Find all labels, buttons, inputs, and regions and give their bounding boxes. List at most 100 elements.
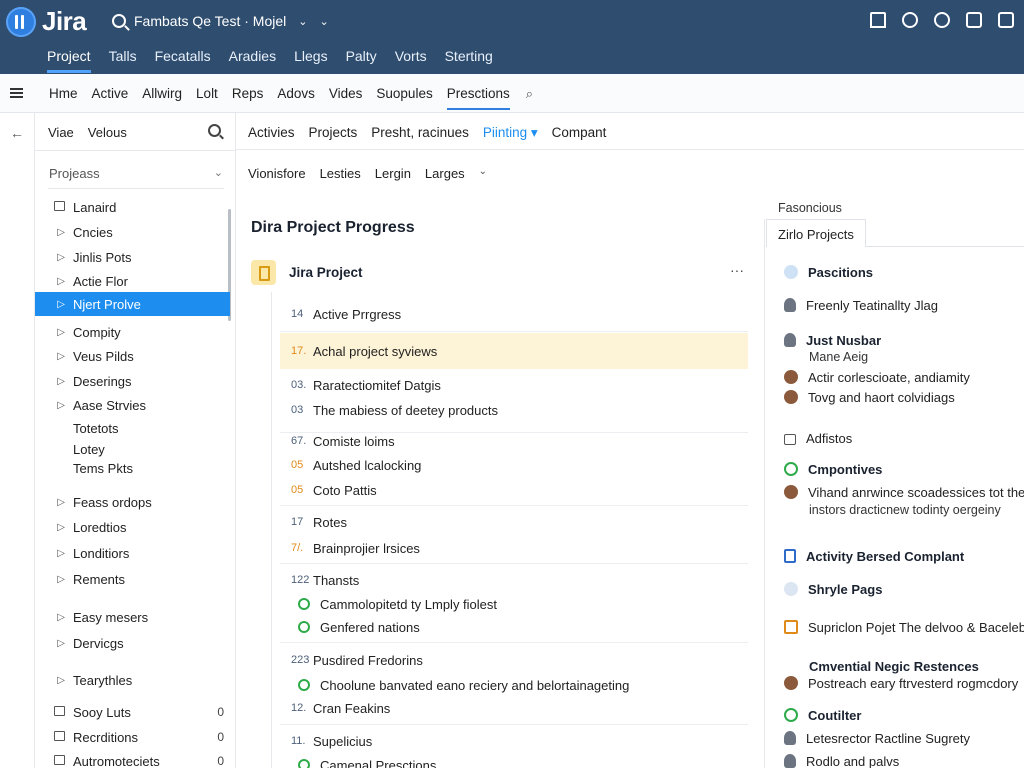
secondary-nav-item[interactable]: Presctions	[446, 86, 510, 110]
right-panel-item[interactable]: Activity Bersed Complant	[784, 549, 964, 564]
task-row[interactable]: 11. Supelicius	[280, 729, 748, 753]
task-row[interactable]: 05 Coto Pattis	[280, 478, 748, 502]
home-icon[interactable]	[870, 12, 886, 28]
notification-icon[interactable]: ⌕	[526, 86, 533, 110]
sidebar-item[interactable]: ▷ Deserings	[35, 369, 230, 393]
top-nav-item[interactable]: Vorts	[395, 48, 427, 73]
right-panel-item[interactable]: Vihand anrwince scoadessices tot the	[784, 485, 1024, 500]
right-panel-item[interactable]: Pascitions	[784, 265, 873, 280]
right-panel-item[interactable]: Rodlo and palvs	[784, 754, 899, 768]
content-tab[interactable]: Piinting ▾	[483, 125, 538, 141]
task-row[interactable]: Genfered nations	[280, 615, 748, 639]
chevron-down-icon[interactable]: ⌄	[214, 166, 223, 179]
sidebar-item[interactable]: Recrditions 0	[35, 725, 230, 749]
sidebar-item[interactable]: ▷ Actie Flor	[35, 269, 230, 293]
sidebar-item[interactable]: Lanaird	[35, 195, 230, 219]
sidebar-item[interactable]: ▷ Tearythles	[35, 668, 230, 692]
jira-logo[interactable]: Jira	[6, 6, 87, 37]
task-row[interactable]: Choolune banvated eano reciery and belor…	[280, 673, 748, 697]
right-panel-item[interactable]: Just Nusbar	[784, 333, 881, 348]
filter-item[interactable]: Lergin	[375, 166, 411, 181]
top-nav-item[interactable]: Palty	[346, 48, 377, 73]
sidebar-item[interactable]: Autromoteciets 0	[35, 749, 230, 768]
right-panel-item[interactable]: Actir corlescioate, andiamity	[784, 370, 970, 385]
task-row[interactable]: 223 Pusdired Fredorins	[280, 648, 748, 672]
secondary-nav-item[interactable]: Reps	[232, 86, 264, 110]
sidebar-item[interactable]: ▷ Cncies	[35, 220, 230, 244]
help-icon[interactable]	[998, 12, 1014, 28]
project-title[interactable]: Jira Project	[289, 265, 363, 280]
secondary-nav-item[interactable]: Hme	[49, 86, 78, 110]
content-tab[interactable]: Compant	[552, 125, 607, 141]
sidebar-item[interactable]: ▷ Feass ordops	[35, 490, 230, 514]
sidebar-item[interactable]: Sooy Luts 0	[35, 700, 230, 724]
top-nav-item[interactable]: Aradies	[229, 48, 276, 73]
right-panel-item[interactable]: Supriclon Pojet The delvoo & Bacelebo	[784, 620, 1024, 635]
sidebar-item[interactable]: ▷ Easy mesers	[35, 605, 230, 629]
sidebar-item[interactable]: ▷ Dervicgs	[35, 631, 230, 655]
more-options-icon[interactable]: ···	[730, 262, 744, 278]
task-row[interactable]: 14 Active Prrgress	[280, 302, 748, 326]
top-nav-item[interactable]: Fecatalls	[155, 48, 211, 73]
right-panel-item[interactable]: Letesrector Ractline Sugrety	[784, 731, 970, 746]
board-icon[interactable]	[966, 12, 982, 28]
secondary-nav-item[interactable]: Active	[92, 86, 129, 110]
right-panel-item[interactable]: Coutilter	[784, 708, 861, 723]
task-row[interactable]: Camenal Presctions	[280, 753, 748, 768]
secondary-nav-item[interactable]: Allwirg	[142, 86, 182, 110]
sidebar-section-title[interactable]: Projeass	[49, 166, 100, 181]
secondary-nav-item[interactable]: Vides	[329, 86, 363, 110]
task-row[interactable]: 12. Cran Feakins	[280, 696, 748, 720]
sidebar-item[interactable]: Tems Pkts	[35, 456, 230, 480]
right-panel-item[interactable]: Shryle Pags	[784, 582, 882, 597]
sidebar-item[interactable]: ▷ Njert Prolve	[35, 292, 230, 316]
chevron-down-icon[interactable]: ⌄	[319, 15, 328, 28]
right-panel-item[interactable]: Tovg and haort colvidiags	[784, 390, 955, 405]
sidebar-item[interactable]: ▷ Rements	[35, 567, 230, 591]
tab-zirlo-projects[interactable]: Zirlo Projects	[766, 219, 866, 247]
sidebar-item[interactable]: ▷ Jinlis Pots	[35, 245, 230, 269]
sidebar-item[interactable]: ▷ Aase Strvies	[35, 393, 230, 417]
secondary-nav-item[interactable]: Adovs	[277, 86, 315, 110]
top-nav-item[interactable]: Llegs	[294, 48, 327, 73]
sidebar-item[interactable]: ▷ Loredtios	[35, 515, 230, 539]
task-row[interactable]: 17 Rotes	[280, 510, 748, 534]
content-tab[interactable]: Activies	[248, 125, 295, 141]
task-row[interactable]: 7/. Brainprojier lrsices	[280, 536, 748, 560]
task-row[interactable]: 67. Comiste loims	[280, 429, 748, 453]
task-row[interactable]: Cammolopitetd ty Lmply fiolest	[280, 592, 748, 616]
search-icon[interactable]	[208, 124, 221, 137]
sidebar-item[interactable]: ▷ Veus Pilds	[35, 344, 230, 368]
right-panel-item[interactable]: Postreach eary ftrvesterd rogmcdory	[784, 676, 1018, 691]
sidebar-item[interactable]: ▷ Compity	[35, 320, 230, 344]
top-nav-item[interactable]: Project	[47, 48, 91, 73]
right-panel-item[interactable]: Freenly Teatinallty Jlag	[784, 298, 938, 313]
project-search[interactable]: Fambats Qe Test · Mojel ⌄ ⌄	[112, 13, 329, 29]
secondary-nav-item[interactable]: Suopules	[376, 86, 432, 110]
top-nav-item[interactable]: Talls	[109, 48, 137, 73]
right-panel-item[interactable]: Cmvential Negic Restences	[809, 659, 979, 674]
chevron-down-icon[interactable]: ⌄	[479, 166, 487, 181]
filter-item[interactable]: Larges	[425, 166, 465, 181]
task-row[interactable]: 17. Achal project syviews	[280, 333, 748, 369]
sidebar-header-view[interactable]: Viae	[48, 125, 74, 140]
content-tab[interactable]: Projects	[309, 125, 358, 141]
top-nav-item[interactable]: Sterting	[445, 48, 493, 73]
task-row[interactable]: 05 Autshed lcalocking	[280, 453, 748, 477]
right-panel-item[interactable]: Adfistos	[784, 431, 852, 446]
menu-icon[interactable]	[10, 88, 23, 90]
back-arrow-icon[interactable]: ←	[10, 125, 24, 141]
sidebar-item[interactable]: ▷ Londitiors	[35, 541, 230, 565]
search-text[interactable]: Fambats Qe Test · Mojel	[134, 13, 286, 29]
content-tab[interactable]: Presht, racinues	[371, 125, 469, 141]
task-row[interactable]: 122 Thansts	[280, 568, 748, 592]
filter-item[interactable]: Vionisfore	[248, 166, 306, 181]
chevron-down-icon[interactable]: ⌄	[298, 15, 307, 28]
right-panel-item[interactable]: Cmpontives	[784, 462, 882, 477]
gear-icon[interactable]	[902, 12, 918, 28]
task-row[interactable]: 03. Raratectiomitef Datgis	[280, 373, 748, 397]
task-row[interactable]: 03 The mabiess of deetey products	[280, 398, 748, 422]
secondary-nav-item[interactable]: Lolt	[196, 86, 218, 110]
chat-icon[interactable]	[934, 12, 950, 28]
project-header[interactable]: Jira Project ···	[251, 260, 748, 286]
